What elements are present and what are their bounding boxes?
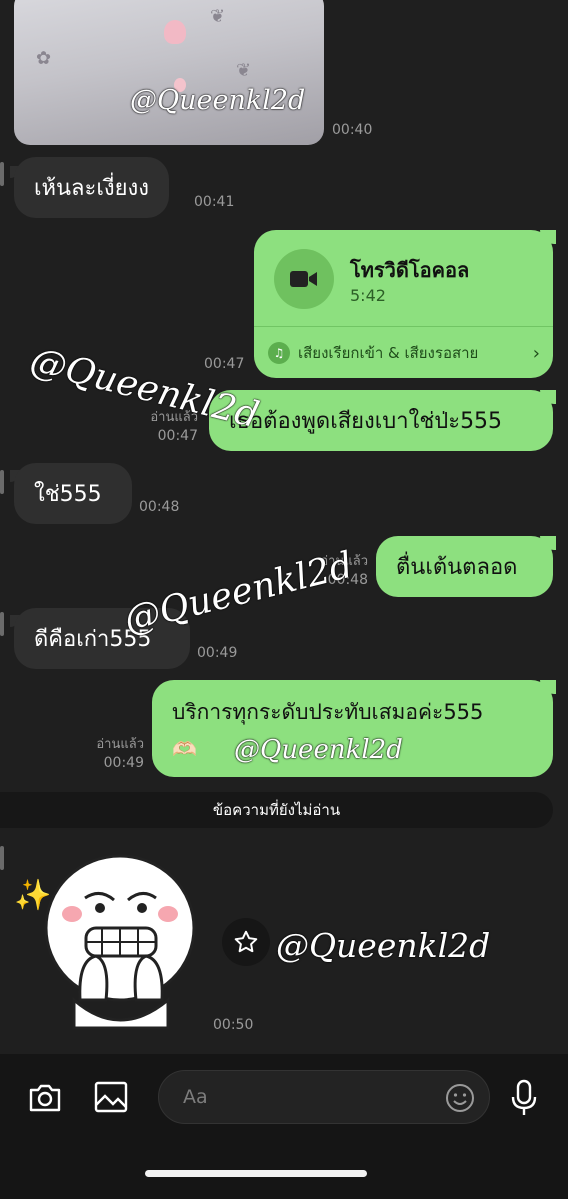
input-placeholder: Aa bbox=[183, 1086, 208, 1108]
heart-hands-emoji: 🫶🏻 bbox=[172, 737, 197, 761]
leaf-doodle: ❦ bbox=[236, 60, 252, 81]
message-input[interactable]: Aa bbox=[158, 1070, 490, 1124]
watermark: @Queenkl2d bbox=[130, 85, 306, 116]
camera-icon[interactable] bbox=[26, 1078, 64, 1116]
message-text: ใช่555 bbox=[34, 482, 102, 507]
outgoing-message[interactable]: ตื่นเต้นตลอด bbox=[376, 536, 553, 597]
message-time: 00:40 bbox=[332, 122, 373, 138]
divider bbox=[254, 326, 553, 327]
watermark: @Queenkl2d bbox=[120, 544, 357, 641]
chevron-right-icon: › bbox=[532, 342, 540, 364]
message-text: เธอต้องพูดเสียงเบาใช่ป่ะ555 bbox=[229, 409, 503, 434]
message-time: 00:48 bbox=[139, 499, 180, 515]
message-text: เห้นละเงี่ยงง bbox=[34, 176, 149, 201]
heart-doodle bbox=[164, 20, 186, 44]
incoming-message[interactable]: ใช่555 bbox=[14, 463, 132, 524]
message-time: 00:41 bbox=[194, 194, 235, 210]
message-text: ตื่นเต้นตลอด bbox=[396, 555, 518, 580]
sticker[interactable] bbox=[40, 850, 200, 1030]
ringtone-link[interactable]: ♫ เสียงเรียกเข้า & เสียงรอสาย › bbox=[268, 338, 540, 368]
image-icon[interactable] bbox=[92, 1078, 130, 1116]
microphone-icon[interactable] bbox=[508, 1078, 540, 1118]
avatar[interactable] bbox=[0, 612, 4, 636]
watermark: @Queenkl2d bbox=[276, 926, 491, 965]
unread-divider: ข้อความที่ยังไม่อ่าน bbox=[0, 792, 553, 828]
video-camera-icon bbox=[274, 249, 334, 309]
message-text: บริการทุกระดับประทับเสมอค่ะ555 bbox=[172, 700, 484, 724]
call-duration: 5:42 bbox=[350, 286, 386, 305]
star-outline-icon[interactable] bbox=[222, 918, 270, 966]
flower-doodle: ✿ bbox=[36, 48, 52, 69]
avatar[interactable] bbox=[0, 470, 4, 494]
sparkle-icon: ✨ bbox=[14, 878, 52, 913]
message-time: 00:50 bbox=[213, 1017, 254, 1033]
call-title: โทรวิดีโอคอล bbox=[350, 258, 470, 282]
ringtone-label: เสียงเรียกเข้า & เสียงรอสาย bbox=[298, 344, 479, 362]
leaf-doodle: ❦ bbox=[210, 6, 226, 27]
read-receipt: อ่านแล้ว 00:49 bbox=[96, 737, 144, 771]
video-call-card[interactable]: โทรวิดีโอคอล 5:42 ♫ เสียงเรียกเข้า & เสี… bbox=[254, 230, 553, 378]
message-time: 00:47 bbox=[204, 356, 245, 372]
avatar[interactable] bbox=[0, 162, 4, 186]
avatar[interactable] bbox=[0, 846, 4, 870]
music-note-icon: ♫ bbox=[268, 342, 290, 364]
message-time: 00:49 bbox=[197, 645, 238, 661]
photo-message[interactable]: ✿ ❦ ❦ @Queenkl2d bbox=[14, 0, 324, 145]
home-indicator[interactable] bbox=[145, 1170, 367, 1177]
emoji-icon[interactable] bbox=[445, 1083, 475, 1113]
watermark: @Queenkl2d bbox=[234, 735, 403, 765]
incoming-message[interactable]: เห้นละเงี่ยงง bbox=[14, 157, 169, 218]
